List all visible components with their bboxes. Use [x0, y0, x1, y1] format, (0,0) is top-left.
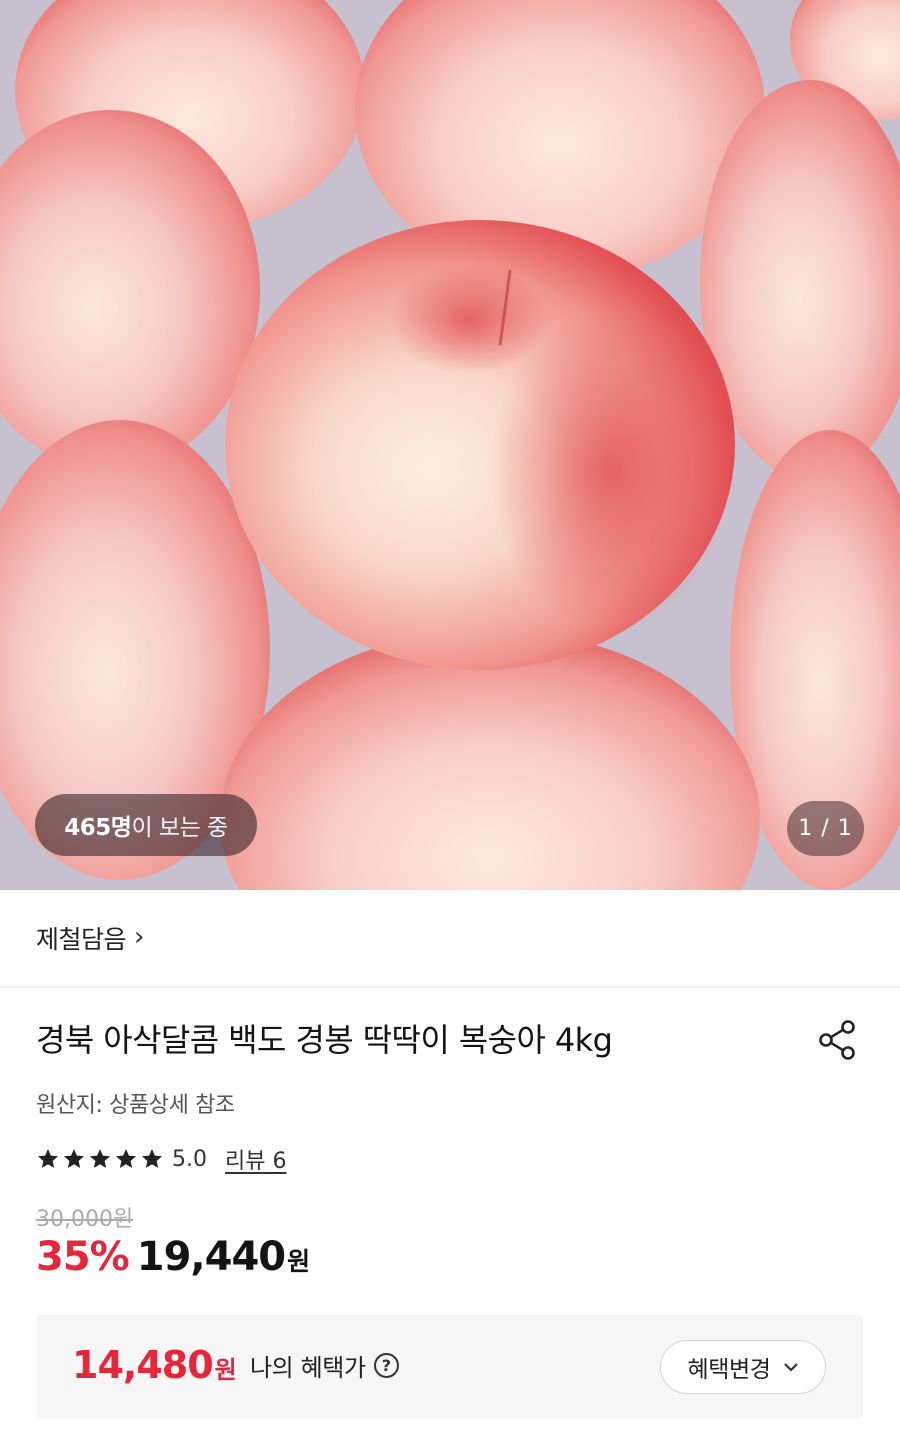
- benefit-label-row: 나의 혜택가 ?: [250, 1348, 399, 1383]
- original-price: 30,000원: [36, 1207, 134, 1232]
- benefit-label: 나의 혜택가: [250, 1354, 366, 1382]
- change-benefit-button[interactable]: 혜택변경: [660, 1340, 826, 1394]
- rating-value: 5.0: [172, 1146, 207, 1172]
- product-title: 경북 아삭달콤 백도 경봉 딱딱이 복숭아 4kg: [36, 1021, 613, 1059]
- viewer-suffix: 이 보는 중: [131, 815, 228, 841]
- seller-link[interactable]: 제철담음 ›: [0, 890, 900, 988]
- chevron-down-icon: [783, 1362, 799, 1372]
- benefit-price: 14,480 원: [72, 1343, 237, 1387]
- currency-unit: 원: [287, 1247, 311, 1276]
- chevron-right-icon: ›: [134, 922, 145, 952]
- seller-name: 제철담음: [36, 925, 127, 954]
- star-icon: [116, 1149, 136, 1168]
- price-row: 35% 19,440 원: [36, 1234, 310, 1280]
- rating-row: 5.0 리뷰 6: [36, 1143, 286, 1175]
- peach-photo: [0, 0, 900, 890]
- star-icon: [142, 1149, 162, 1168]
- star-icon: [90, 1149, 110, 1168]
- sale-price: 19,440: [136, 1234, 286, 1280]
- help-icon[interactable]: ?: [373, 1353, 399, 1378]
- benefit-currency: 원: [214, 1356, 237, 1384]
- share-button[interactable]: [815, 1017, 861, 1063]
- benefit-price-box: 14,480 원 나의 혜택가 ? 혜택변경: [37, 1315, 863, 1419]
- benefit-amount: 14,480: [72, 1343, 214, 1387]
- viewer-count: 465명: [64, 815, 132, 841]
- review-link[interactable]: 리뷰 6: [225, 1143, 286, 1175]
- image-pager: 1 / 1: [787, 801, 864, 856]
- product-image[interactable]: 465명 이 보는 중 1 / 1: [0, 0, 900, 890]
- product-detail-page: 465명 이 보는 중 1 / 1 제철담음 › 경북 아삭달콤 백도 경봉 딱…: [0, 0, 900, 1432]
- discount-rate: 35%: [36, 1234, 130, 1280]
- change-benefit-label: 혜택변경: [687, 1357, 771, 1383]
- star-rating: [36, 1147, 164, 1171]
- star-icon: [64, 1149, 84, 1168]
- share-icon: [819, 1020, 855, 1060]
- viewer-count-badge: 465명 이 보는 중: [35, 794, 257, 856]
- star-icon: [38, 1149, 58, 1168]
- origin-info: 원산지: 상품상세 참조: [36, 1093, 235, 1118]
